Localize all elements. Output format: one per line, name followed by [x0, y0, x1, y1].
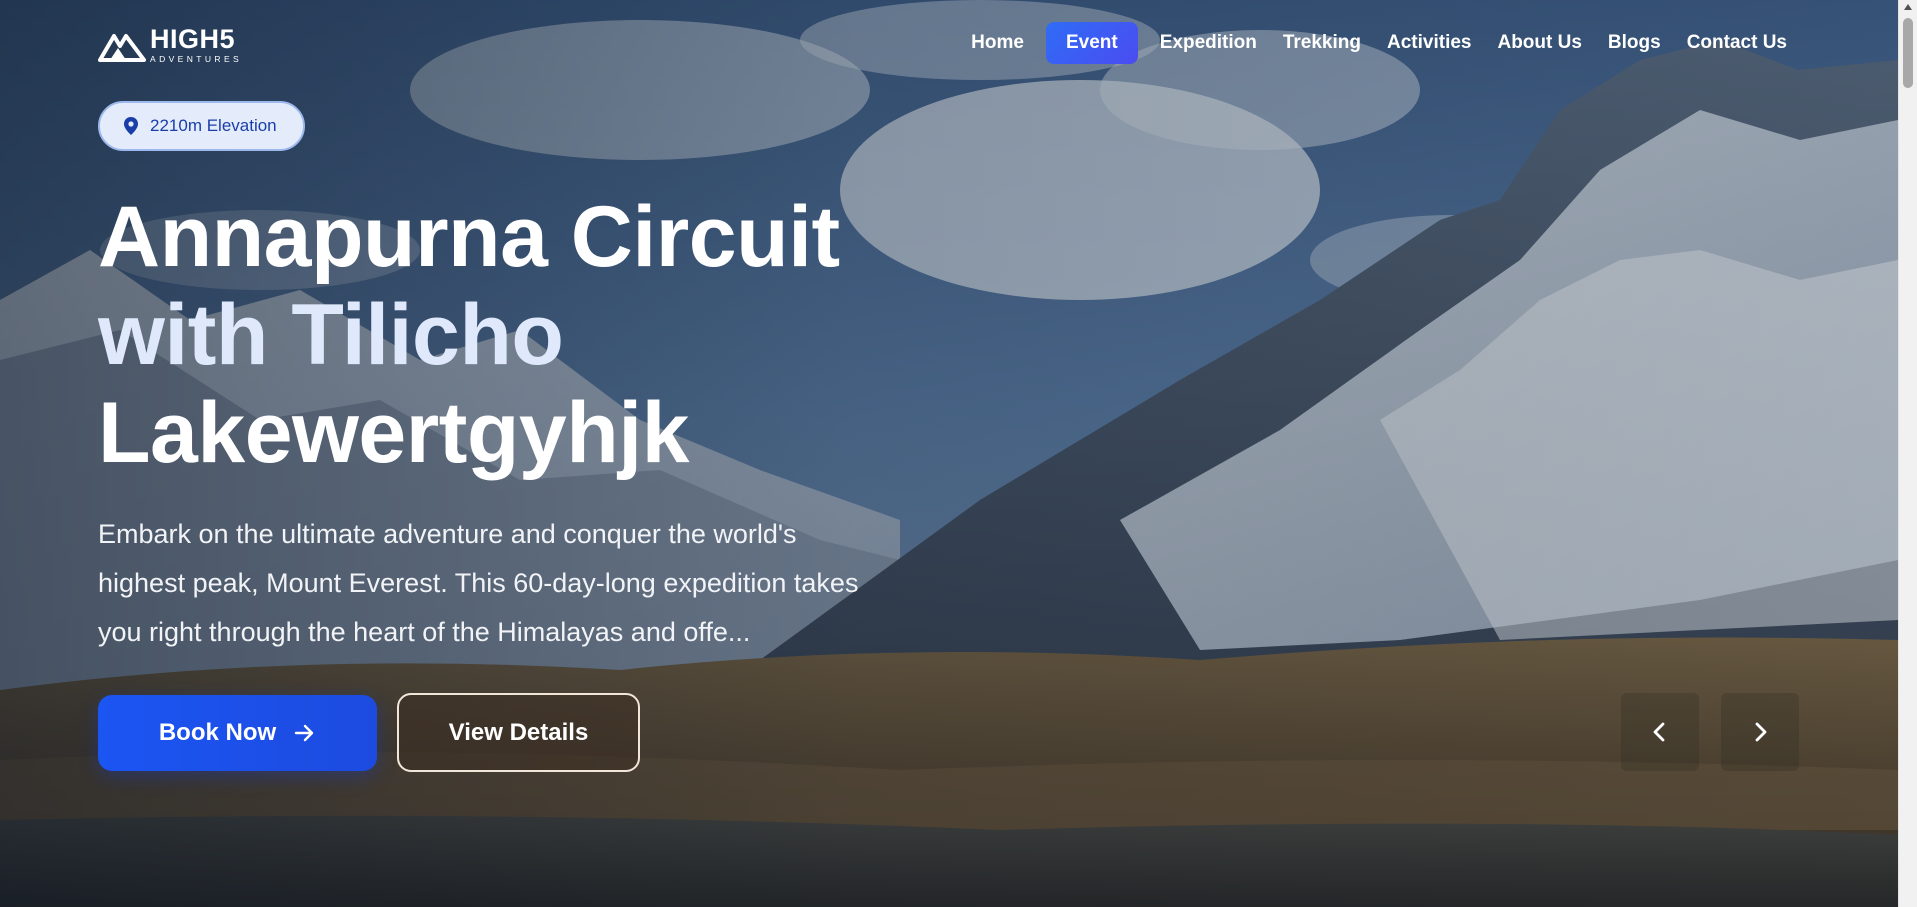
hero-title-line-3: Lakewertgyhjk: [98, 385, 689, 481]
hero-title-line-1: Annapurna Circuit: [98, 189, 840, 285]
nav-expedition[interactable]: Expedition: [1150, 22, 1267, 64]
nav-home[interactable]: Home: [961, 22, 1034, 64]
nav-blogs[interactable]: Blogs: [1598, 22, 1671, 64]
chevron-left-icon: [1653, 722, 1665, 742]
main-navigation: Home Event Expedition Trekking Activitie…: [961, 22, 1797, 64]
arrow-right-icon: [294, 724, 314, 742]
scroll-up-icon[interactable]: [1904, 4, 1912, 10]
scrollbar-thumb[interactable]: [1903, 18, 1913, 88]
location-pin-icon: [124, 117, 138, 135]
nav-trekking[interactable]: Trekking: [1273, 22, 1371, 64]
slider-next-button[interactable]: [1721, 693, 1799, 771]
nav-contact-us[interactable]: Contact Us: [1677, 22, 1797, 64]
elevation-label: 2210m Elevation: [150, 116, 277, 135]
brand-logo[interactable]: HIGH5 ADVENTURES: [98, 26, 242, 64]
book-now-label: Book Now: [158, 719, 277, 746]
nav-activities[interactable]: Activities: [1377, 22, 1481, 64]
brand-name: HIGH5: [150, 24, 236, 54]
hero-description: Embark on the ultimate adventure and con…: [98, 519, 859, 647]
nav-event[interactable]: Event: [1045, 22, 1138, 64]
view-details-button[interactable]: View Details: [397, 693, 640, 772]
hero-title: Annapurna Circuit with Tilicho Lakewertg…: [98, 188, 878, 482]
logo-mountain-icon: [98, 33, 146, 62]
chevron-right-icon: [1755, 722, 1767, 742]
nav-about-us[interactable]: About Us: [1487, 22, 1591, 64]
page-scrollbar[interactable]: [1898, 0, 1917, 907]
brand-tagline: ADVENTURES: [150, 54, 243, 64]
book-now-button[interactable]: Book Now: [98, 695, 377, 771]
elevation-badge: 2210m Elevation: [98, 101, 305, 151]
hero-title-line-2: with Tilicho: [98, 287, 564, 383]
slider-prev-button[interactable]: [1621, 693, 1699, 771]
